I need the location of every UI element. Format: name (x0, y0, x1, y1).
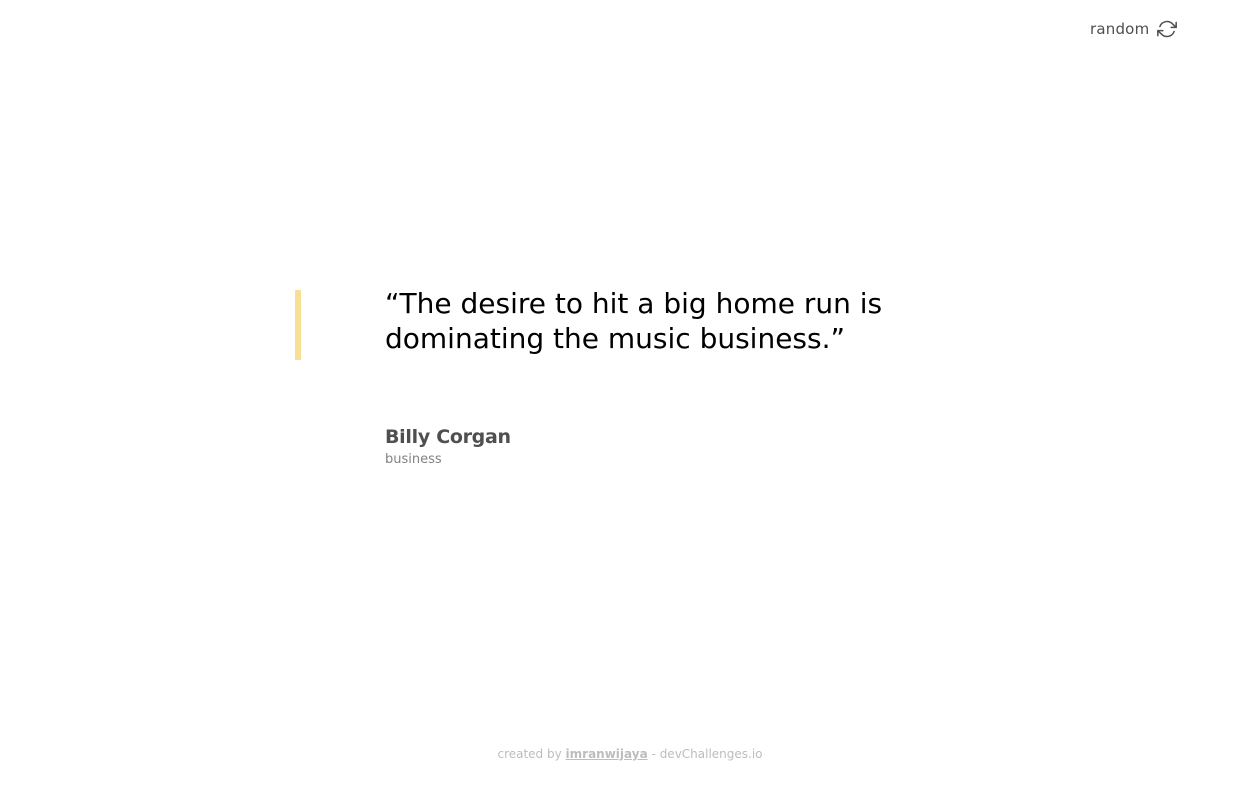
author-block[interactable]: Billy Corgan business (385, 425, 511, 469)
page: random “The desire to hit a big home run… (0, 0, 1260, 785)
quote-text: “The desire to hit a big home run is dom… (385, 287, 883, 355)
random-button[interactable]: random (1090, 17, 1178, 41)
author-genre: business (385, 452, 442, 467)
footer-separator: - (651, 747, 656, 761)
random-label: random (1090, 20, 1150, 38)
footer-site: devChallenges.io (659, 747, 763, 761)
refresh-icon (1157, 19, 1178, 39)
author-name: Billy Corgan (385, 426, 511, 448)
footer-prefix: created by (497, 747, 562, 761)
quote-block: “The desire to hit a big home run is dom… (295, 287, 935, 360)
footer: created by imranwijaya - devChallenges.i… (0, 747, 1260, 761)
footer-username-link[interactable]: imranwijaya (566, 747, 648, 761)
quote-accent-bar (295, 290, 301, 360)
